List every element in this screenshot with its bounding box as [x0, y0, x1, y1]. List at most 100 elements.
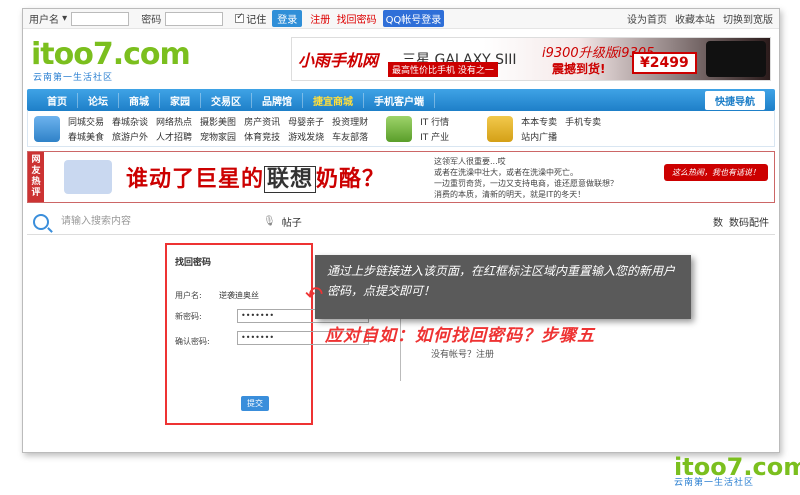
hot-desc-line: 这领军人很重要...哎 [434, 157, 506, 166]
subnav-link[interactable]: 春城杂谈 [112, 115, 148, 128]
password-label: 密码 [141, 15, 162, 26]
subnav-link[interactable]: 手机专卖 [565, 115, 601, 128]
subnav-link[interactable]: 同城交易 [68, 115, 104, 128]
behind-text: 没有帐号？注册 [431, 350, 495, 360]
quick-nav-button[interactable]: 快捷导航 [705, 90, 765, 110]
hot-description: 这领军人很重要...哎 或者在洗澡中壮大，或者在洗澡中死亡。 一边重罚奇货，一边… [434, 156, 618, 200]
logo-text: itoo7.com [31, 37, 191, 72]
subnav-link[interactable]: 宠物家园 [200, 130, 236, 143]
nav-trade[interactable]: 交易区 [201, 92, 252, 108]
logo-subtitle: 云南第一生活社区 [33, 73, 114, 83]
slogan-post: 奶酪？ [316, 167, 386, 192]
subnav-link[interactable]: 母婴亲子 [288, 115, 324, 128]
sub-nav: 同城交易 春城杂谈 网络热点 摄影美图 房产资讯 母婴亲子 春城美食 旅游户外 … [27, 111, 775, 147]
hot-desc-line: 或者在洗澡中壮大，或者在洗澡中死亡。 [434, 168, 578, 177]
search-right-links: 数 数码配件 [713, 214, 769, 229]
subnav-group-1-extra: 投资理财 车友部落 [332, 115, 368, 143]
find-password-form: 找回密码 用户名: 逆袭迪奥丝 新密码: 确认密码: ••••••• •••••… [165, 243, 369, 425]
subnav-link[interactable]: 旅游户外 [112, 130, 148, 143]
bookmark-link[interactable]: 收藏本站 [675, 11, 715, 26]
subnav-link[interactable]: 人才招聘 [156, 130, 192, 143]
login-button[interactable]: 登录 [272, 10, 303, 27]
curved-arrow-icon: ↶ [305, 283, 324, 308]
hot-desc-line: 一边重罚奇货，一边又支持电商，谁还愿意做联想？ [434, 179, 618, 188]
hot-banner-body: 谁动了巨星的 联想 奶酪？ 这领军人很重要...哎 或者在洗澡中壮大，或者在洗澡中死… [44, 152, 774, 202]
subnav-link[interactable]: 春城美食 [68, 130, 104, 143]
instruction-note: 通过上步链接进入该页面，在红框标注区域内重置输入您的新用户密码，点提交即可！ [315, 255, 691, 319]
hot-slogan: 谁动了巨星的 联想 奶酪？ [126, 161, 385, 193]
banner-product-sub: 最高性价比手机 没有之一 [388, 62, 498, 77]
subnav-link[interactable]: 房产资讯 [244, 115, 280, 128]
search-input[interactable]: 请输入搜索内容 [57, 213, 257, 231]
search-icon[interactable] [33, 213, 49, 230]
new-password-label: 新密码: [175, 312, 202, 321]
subnav-link[interactable]: 车友部落 [332, 130, 368, 143]
subnav-group-3: 本本专卖 手机专卖 站内广播 [521, 115, 601, 143]
browser-frame: 用户名 ▾ 密码 记住 登录 注册 找回密码 QQ帐号登录 设为首页 收藏本站 … [22, 8, 780, 453]
subnav-link[interactable]: 体育竞技 [244, 130, 280, 143]
top-links: 设为首页 收藏本站 切换到宽版 [627, 11, 773, 26]
subnav-link[interactable]: 本本专卖 [521, 115, 557, 128]
hot-comment-banner[interactable]: 网友热评 谁动了巨星的 联想 奶酪？ 这领军人很重要...哎 或者在洗澡中壮大，或者… [27, 151, 775, 203]
nav-jieyi-mall[interactable]: 捷宜商城 [303, 92, 364, 108]
subnav-link[interactable]: 站内广播 [521, 130, 557, 143]
main-content: 找回密码 用户名: 逆袭迪奥丝 新密码: 确认密码: ••••••• •••••… [23, 235, 779, 425]
nav-forum[interactable]: 论坛 [78, 92, 119, 108]
site-logo[interactable]: itoo7.com 云南第一生活社区 [31, 37, 191, 83]
hot-desc-line: 消费的本质，清新的明天，就是IT的冬天！ [434, 190, 586, 199]
username-row: 用户名: 逆袭迪奥丝 [175, 290, 303, 301]
nav-home[interactable]: 首页 [37, 92, 78, 108]
qq-login-button[interactable]: QQ帐号登录 [382, 10, 445, 27]
submit-button[interactable]: 提交 [241, 396, 269, 411]
coffee-cup-icon [64, 160, 112, 194]
set-homepage-link[interactable]: 设为首页 [627, 11, 667, 26]
search-bar: 请输入搜索内容 🎙 帖子 数 数码配件 [27, 209, 775, 235]
home-icon [34, 115, 60, 142]
search-right-link[interactable]: 数 [713, 214, 723, 229]
hot-tag: 网友热评 [28, 152, 44, 202]
remember-label: 记住 [246, 15, 267, 26]
slogan-brand: 联想 [264, 166, 317, 193]
nav-mall[interactable]: 商城 [119, 92, 160, 108]
search-type-tab[interactable]: 帖子 [282, 214, 302, 229]
banner-brand: 小雨手机网 [298, 51, 379, 70]
phone-image [706, 41, 766, 77]
subnav-link[interactable]: 摄影美图 [200, 115, 236, 128]
hot-comment-button[interactable]: 这么热闹，我也有话说！ [664, 164, 768, 181]
form-username-label: 用户名: [175, 291, 202, 300]
microphone-icon[interactable]: 🎙 [263, 216, 276, 227]
subnav-link[interactable]: IT 行情 [420, 115, 449, 128]
username-select[interactable]: 用户名 ▾ [29, 11, 67, 26]
step-title: 应对自如：如何找回密码？步骤五 [325, 326, 595, 346]
gift-box-icon [487, 115, 514, 142]
banner-price: ¥2499 [632, 52, 697, 74]
username-input[interactable] [71, 11, 130, 26]
subnav-link[interactable]: 网络热点 [156, 115, 192, 128]
form-title: 找回密码 [175, 258, 212, 268]
search-right-link[interactable]: 数码配件 [729, 214, 769, 229]
header-banner-ad[interactable]: 小雨手机网 三星 GALAXY SIII 最高性价比手机 没有之一 i9300升… [291, 37, 771, 81]
wide-layout-link[interactable]: 切换到宽版 [723, 11, 773, 26]
password-input[interactable] [165, 11, 224, 26]
main-nav: 首页 论坛 商城 家园 交易区 品牌馆 捷宜商城 手机客户端 快捷导航 [27, 89, 775, 111]
username-label: 用户名 [29, 15, 59, 26]
register-link[interactable]: 注册 [310, 11, 330, 26]
watermark-logo: itoo7.com 云南第一生活社区 [674, 453, 800, 491]
confirm-password-label: 确认密码: [175, 337, 210, 346]
subnav-link[interactable]: IT 产业 [420, 130, 449, 143]
subnav-group-2: IT 行情 IT 产业 [420, 115, 449, 143]
nav-mobile-client[interactable]: 手机客户端 [364, 92, 435, 108]
login-topbar: 用户名 ▾ 密码 记住 登录 注册 找回密码 QQ帐号登录 设为首页 收藏本站 … [23, 9, 779, 29]
remember-checkbox[interactable] [235, 12, 245, 23]
plant-icon [386, 115, 413, 142]
subnav-link[interactable]: 投资理财 [332, 115, 368, 128]
nav-brand[interactable]: 品牌馆 [252, 92, 303, 108]
find-password-link[interactable]: 找回密码 [337, 11, 377, 26]
subnav-link[interactable]: 游戏发烧 [288, 130, 324, 143]
nav-home-space[interactable]: 家园 [160, 92, 201, 108]
site-header: itoo7.com 云南第一生活社区 小雨手机网 三星 GALAXY SIII … [23, 29, 779, 89]
slogan-pre: 谁动了巨星的 [126, 167, 265, 192]
banner-ship: 震撼到货! [552, 62, 606, 76]
form-username-value: 逆袭迪奥丝 [219, 291, 259, 300]
subnav-group-1: 同城交易 春城杂谈 网络热点 摄影美图 房产资讯 母婴亲子 春城美食 旅游户外 … [68, 115, 324, 143]
